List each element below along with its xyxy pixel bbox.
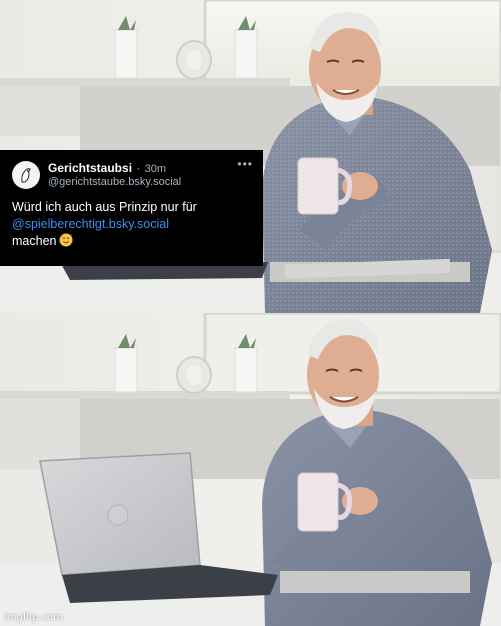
tweet-text-line-3-text: machen [12, 234, 57, 248]
tweet-card: Gerichtstaubsi · 30m @gerichtstaube.bsky… [0, 150, 263, 266]
tweet-display-name[interactable]: Gerichtstaubsi [48, 161, 132, 175]
meme-panel-top: Gerichtstaubsi · 30m @gerichtstaube.bsky… [0, 0, 501, 313]
tweet-mention-link[interactable]: @spielberechtigt.bsky.social [12, 216, 253, 233]
imgflip-watermark: imgflip.com [4, 612, 63, 623]
meme-image: Gerichtstaubsi · 30m @gerichtstaube.bsky… [0, 0, 501, 626]
tweet-timestamp[interactable]: 30m [145, 163, 166, 175]
tweet-header: Gerichtstaubsi · 30m @gerichtstaube.bsky… [12, 158, 253, 193]
bird-silhouette-icon [21, 168, 31, 183]
bird-avatar-icon[interactable] [12, 161, 40, 189]
bottom-panel-illustration [0, 313, 501, 626]
tweet-author-block: Gerichtstaubsi · 30m @gerichtstaube.bsky… [48, 161, 237, 189]
more-options-icon[interactable]: ••• [237, 158, 253, 170]
tweet-text-line-1: Würd ich auch aus Prinzip nur für [12, 200, 197, 214]
tweet-text-line-3: machen [12, 233, 253, 250]
tweet-handle[interactable]: @gerichtstaube.bsky.social [48, 176, 237, 189]
smiling-face-with-hearts-icon [59, 233, 73, 247]
tweet-author-row: Gerichtstaubsi · 30m [48, 161, 237, 176]
tweet-separator: · [136, 163, 141, 175]
tweet-text: Würd ich auch aus Prinzip nur für @spiel… [12, 199, 253, 250]
meme-panel-bottom [0, 313, 501, 626]
